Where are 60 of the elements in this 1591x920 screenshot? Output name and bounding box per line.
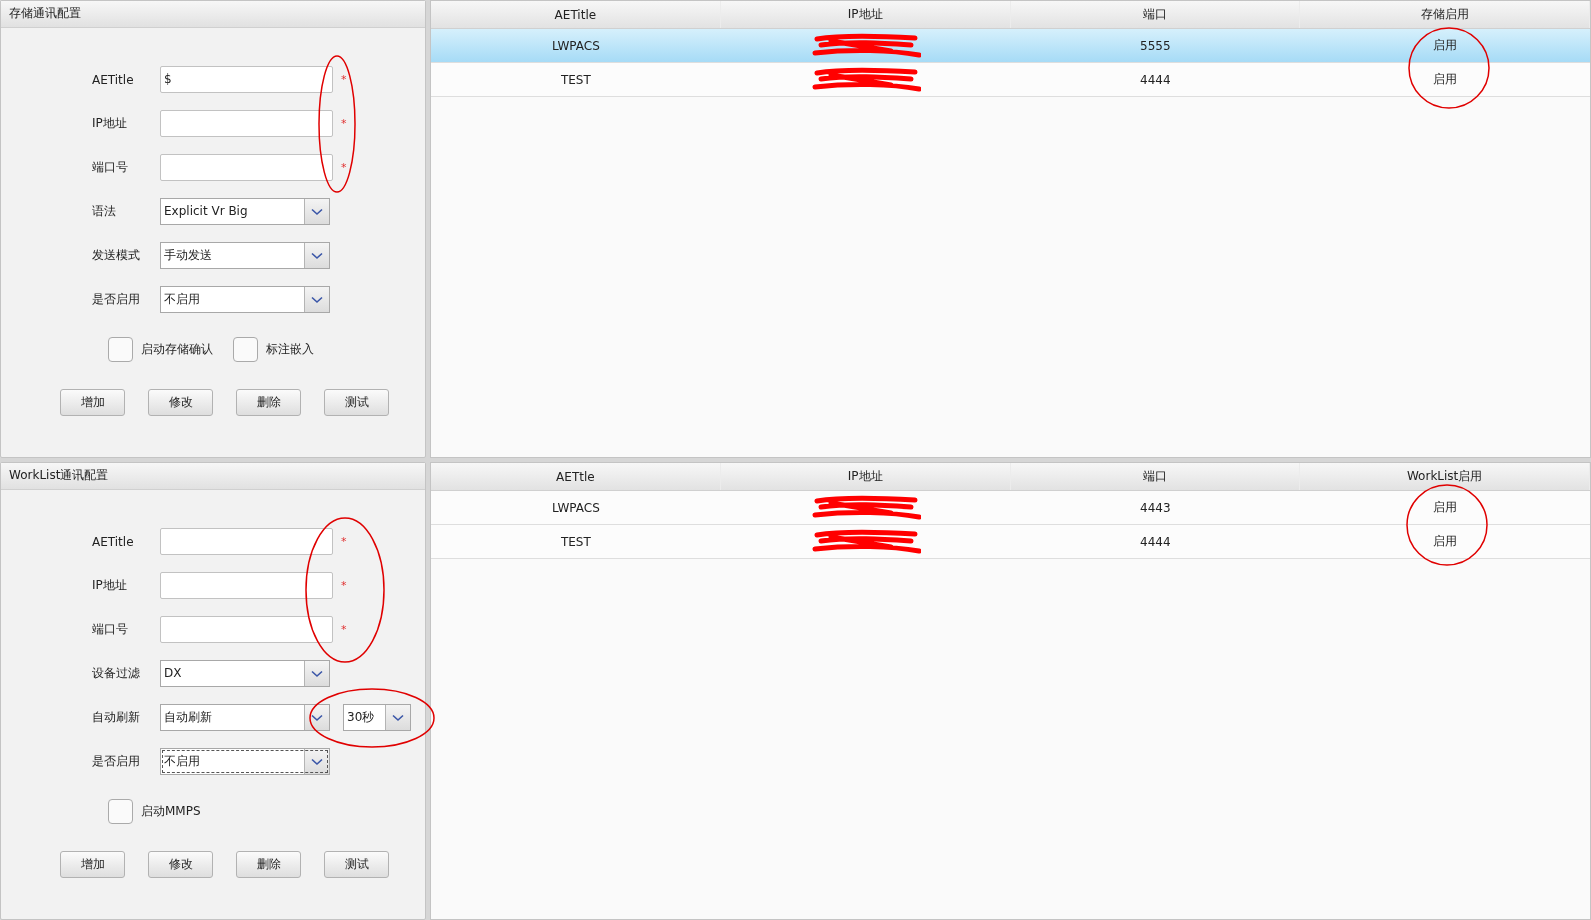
action-button[interactable]: 测试	[324, 389, 389, 416]
table-cell: LWPACS	[551, 500, 600, 515]
input-field[interactable]: $	[160, 66, 333, 93]
column-header[interactable]: IP地址	[720, 1, 1011, 28]
table-cell: 5555	[1140, 38, 1171, 53]
action-button[interactable]: 修改	[148, 389, 213, 416]
checkbox-label: 启动存储确认	[141, 341, 213, 358]
table-cell: 启用	[1433, 37, 1458, 54]
field-label: IP地址	[92, 577, 128, 594]
table-row[interactable]: LWPACS 5555 启用	[431, 29, 1590, 63]
required-mark: *	[341, 117, 347, 130]
required-mark: *	[341, 161, 347, 174]
table-cell: 4444	[1140, 534, 1171, 549]
dropdown[interactable]: 不启用	[160, 286, 330, 313]
field-label: AETitle	[92, 72, 135, 87]
required-mark: *	[341, 623, 347, 636]
dropdown[interactable]: 自动刷新	[160, 704, 330, 731]
table-cell: 启用	[1433, 499, 1458, 516]
checkbox-label: 启动MMPS	[141, 803, 201, 820]
dropdown[interactable]: Explicit Vr Big	[160, 198, 330, 225]
table-cell: 启用	[1433, 533, 1458, 550]
field-label: 设备过滤	[92, 665, 141, 682]
field-label: 端口号	[92, 159, 129, 176]
action-button[interactable]: 测试	[324, 851, 389, 878]
column-header[interactable]: AETtle	[431, 463, 721, 490]
action-button[interactable]: 增加	[60, 851, 125, 878]
action-button[interactable]: 增加	[60, 389, 125, 416]
field-label: 语法	[92, 203, 117, 220]
required-mark: *	[341, 73, 347, 86]
table-cell: 4443	[1140, 500, 1171, 515]
field-label: 是否启用	[92, 291, 141, 308]
action-button[interactable]: 删除	[236, 851, 301, 878]
column-header[interactable]: 端口	[1010, 463, 1301, 490]
field-label: 发送模式	[92, 247, 141, 264]
action-button[interactable]: 修改	[148, 851, 213, 878]
required-mark: *	[341, 579, 347, 592]
dropdown[interactable]: 30秒	[343, 704, 411, 731]
panel-title: 存储通讯配置	[1, 1, 425, 28]
dropdown[interactable]: 手动发送	[160, 242, 330, 269]
dropdown[interactable]: DX	[160, 660, 330, 687]
table-cell: 启用	[1433, 71, 1458, 88]
column-header[interactable]: WorkList启用	[1300, 463, 1590, 490]
column-header[interactable]: AETitle	[431, 1, 721, 28]
required-mark: *	[341, 535, 347, 548]
column-header[interactable]: IP地址	[720, 463, 1011, 490]
field-label: IP地址	[92, 115, 128, 132]
dropdown[interactable]: 不启用	[160, 748, 330, 775]
field-label: AETitle	[92, 534, 135, 549]
field-label: 自动刷新	[92, 709, 141, 726]
table-cell: TEST	[560, 534, 591, 549]
field-label: 端口号	[92, 621, 129, 638]
panel-title: WorkList通讯配置	[1, 463, 425, 490]
column-header[interactable]: 存储启用	[1300, 1, 1590, 28]
action-button[interactable]: 删除	[236, 389, 301, 416]
field-label: 是否启用	[92, 753, 141, 770]
table-cell: LWPACS	[551, 38, 600, 53]
table-cell: TEST	[560, 72, 591, 87]
table-cell: 4444	[1140, 72, 1171, 87]
column-header[interactable]: 端口	[1010, 1, 1301, 28]
checkbox-label: 标注嵌入	[266, 341, 314, 358]
